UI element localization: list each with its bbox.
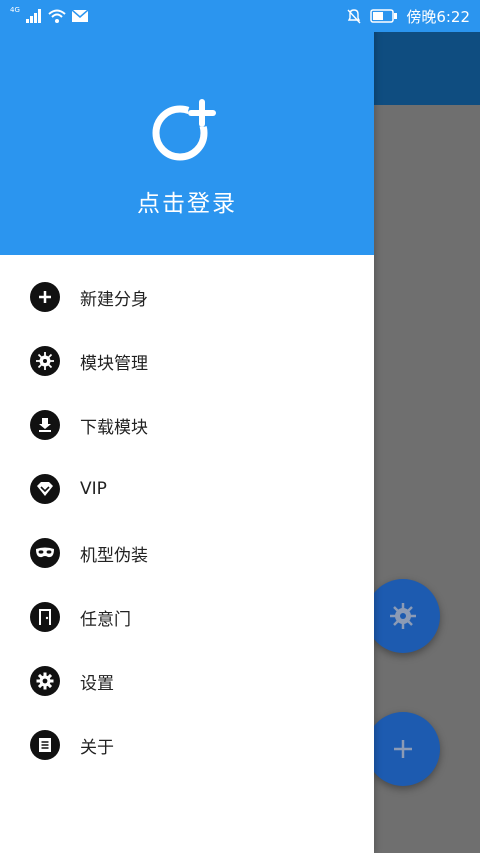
menu-item-vip[interactable]: VIP — [0, 457, 374, 521]
menu-label: 关于 — [80, 737, 114, 758]
menu-label: 新建分身 — [80, 289, 148, 310]
menu-label: 任意门 — [80, 609, 131, 630]
diamond-icon — [30, 474, 60, 504]
gear-icon — [30, 666, 60, 696]
menu-item-module-manage[interactable]: 模块管理 — [0, 329, 374, 393]
menu-item-download-module[interactable]: 下载模块 — [0, 393, 374, 457]
login-prompt[interactable]: 点击登录 — [0, 184, 374, 218]
drawer-header[interactable]: 点击登录 — [0, 0, 374, 255]
mask-icon — [30, 538, 60, 568]
navigation-drawer: 点击登录 新建分身 模块管理 下载模块 VIP 机型伪装 任意门 设置 关于 — [0, 0, 374, 853]
menu-item-new-clone[interactable]: 新建分身 — [0, 265, 374, 329]
mail-icon — [71, 10, 88, 22]
wifi-icon — [48, 9, 66, 23]
battery-icon — [370, 9, 398, 23]
menu-label: 设置 — [80, 673, 114, 694]
menu-label: 下载模块 — [80, 417, 148, 438]
network-type: 4G — [10, 5, 20, 14]
app-logo-icon — [152, 99, 216, 161]
module-fab[interactable] — [366, 579, 440, 653]
status-bar: 4G 傍晚6:22 — [0, 0, 480, 32]
virus-module-icon — [30, 346, 60, 376]
menu-item-about[interactable]: 关于 — [0, 713, 374, 777]
drawer-menu: 新建分身 模块管理 下载模块 VIP 机型伪装 任意门 设置 关于 — [0, 265, 374, 777]
signal-icon — [25, 9, 41, 23]
menu-label: VIP — [80, 479, 107, 499]
mute-bell-icon — [347, 9, 361, 24]
menu-item-device-disguise[interactable]: 机型伪装 — [0, 521, 374, 585]
document-icon — [30, 730, 60, 760]
menu-item-any-door[interactable]: 任意门 — [0, 585, 374, 649]
door-icon — [30, 602, 60, 632]
download-icon — [30, 410, 60, 440]
add-fab[interactable] — [366, 712, 440, 786]
virus-module-icon — [390, 603, 416, 629]
menu-label: 机型伪装 — [80, 545, 148, 566]
plus-icon — [394, 740, 412, 758]
clock: 傍晚6:22 — [406, 7, 470, 26]
menu-item-settings[interactable]: 设置 — [0, 649, 374, 713]
plus-icon — [30, 282, 60, 312]
menu-label: 模块管理 — [80, 353, 148, 374]
